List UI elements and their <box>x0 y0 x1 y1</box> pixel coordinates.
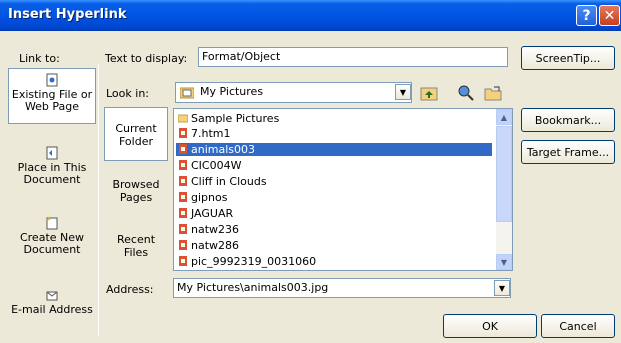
look-in-value: My Pictures <box>200 85 264 98</box>
nav-email-line1: E-mail Address <box>11 303 93 316</box>
up-one-folder-icon[interactable] <box>418 82 440 104</box>
look-in-label: Look in: <box>106 87 149 100</box>
scroll-down-icon[interactable]: ▼ <box>496 254 512 270</box>
dialog-title: Insert Hyperlink <box>8 7 127 22</box>
image-file-icon <box>179 256 187 266</box>
current-folder-line1: Current <box>115 122 157 135</box>
list-item[interactable]: natw236 <box>176 223 492 236</box>
list-item[interactable]: Sample Pictures <box>176 112 492 125</box>
image-file-icon <box>179 160 187 170</box>
text-to-display-input[interactable]: Format/Object <box>198 47 508 67</box>
scroll-up-icon[interactable]: ▲ <box>496 109 512 125</box>
html-file-icon <box>179 128 187 138</box>
list-item-label: animals003 <box>191 143 256 156</box>
nav-create-new-document[interactable]: Create New Document <box>8 212 96 260</box>
current-folder-tab[interactable]: Current Folder <box>104 107 168 161</box>
list-item-label: gipnos <box>191 191 228 204</box>
list-item-label: CIC004W <box>191 159 242 172</box>
nav-email-address[interactable]: E-mail Address <box>8 284 96 320</box>
image-file-icon <box>179 208 187 218</box>
title-bar[interactable]: Insert Hyperlink ? ✕ <box>0 0 621 31</box>
browsed-pages-tab[interactable]: Browsed Pages <box>104 178 168 208</box>
list-item[interactable]: CIC004W <box>176 159 492 172</box>
browsed-pages-line2: Pages <box>119 191 153 204</box>
browse-web-icon[interactable] <box>455 82 477 104</box>
scroll-thumb[interactable] <box>496 126 512 222</box>
new-document-icon <box>45 216 58 230</box>
email-icon <box>46 291 58 301</box>
bookmark-button[interactable]: Bookmark... <box>521 108 615 132</box>
look-in-dropdown-arrow[interactable]: ▼ <box>395 84 411 100</box>
recent-files-tab[interactable]: Recent Files <box>104 233 168 263</box>
text-to-display-label: Text to display: <box>105 52 188 65</box>
address-input[interactable]: My Pictures\animals003.jpg <box>173 278 511 298</box>
list-item-label: natw286 <box>191 239 240 252</box>
current-folder-line2: Folder <box>119 135 153 148</box>
list-item[interactable]: pic_9992319_0031060 <box>176 255 492 268</box>
file-icon <box>46 73 58 87</box>
look-in-combo[interactable]: My Pictures <box>175 82 412 103</box>
nav-place-line2: Document <box>23 173 81 186</box>
image-file-icon <box>179 192 187 202</box>
target-frame-button[interactable]: Target Frame... <box>521 140 615 164</box>
file-list[interactable]: Sample Pictures 7.htm1 animals003 CIC004… <box>173 108 513 271</box>
recent-files-line2: Files <box>123 246 149 259</box>
list-item-label: Sample Pictures <box>191 112 280 125</box>
browsed-pages-line1: Browsed <box>112 178 160 191</box>
screentip-button[interactable]: ScreenTip... <box>521 46 615 70</box>
list-item-label: Cliff in Clouds <box>191 175 267 188</box>
help-button[interactable]: ? <box>576 5 597 26</box>
list-item[interactable]: 7.htm1 <box>176 127 492 140</box>
list-item[interactable]: natw286 <box>176 239 492 252</box>
document-place-icon <box>46 146 58 160</box>
image-file-icon <box>179 176 187 186</box>
list-item-label: pic_9992319_0031060 <box>191 255 317 268</box>
list-item[interactable]: Cliff in Clouds <box>176 175 492 188</box>
list-item-label: 7.htm1 <box>191 127 231 140</box>
recent-files-line1: Recent <box>116 233 156 246</box>
list-item-label: JAGUAR <box>191 207 234 220</box>
list-item[interactable]: animals003 <box>176 143 492 156</box>
insert-hyperlink-dialog: Insert Hyperlink ? ✕ Link to: Text to di… <box>0 0 621 343</box>
image-file-icon <box>179 224 187 234</box>
nav-existing-file[interactable]: Existing File or Web Page <box>8 68 96 124</box>
list-item-label: natw236 <box>191 223 240 236</box>
nav-create-line2: Document <box>23 243 81 256</box>
address-dropdown-arrow[interactable]: ▼ <box>494 280 510 296</box>
ok-button[interactable]: OK <box>443 314 537 338</box>
nav-existing-file-line2: Web Page <box>24 100 80 113</box>
close-button[interactable]: ✕ <box>599 5 620 26</box>
file-list-scrollbar[interactable]: ▲ ▼ <box>496 109 512 270</box>
folder-icon <box>178 114 188 123</box>
nav-place-in-document[interactable]: Place in This Document <box>8 142 96 190</box>
list-item[interactable]: JAGUAR <box>176 207 492 220</box>
cancel-button[interactable]: Cancel <box>541 314 615 338</box>
browse-file-icon[interactable] <box>482 82 504 104</box>
my-pictures-folder-icon <box>180 87 194 99</box>
image-file-icon <box>179 144 187 154</box>
image-file-icon <box>179 240 187 250</box>
address-label: Address: <box>106 283 154 296</box>
list-item[interactable]: gipnos <box>176 191 492 204</box>
